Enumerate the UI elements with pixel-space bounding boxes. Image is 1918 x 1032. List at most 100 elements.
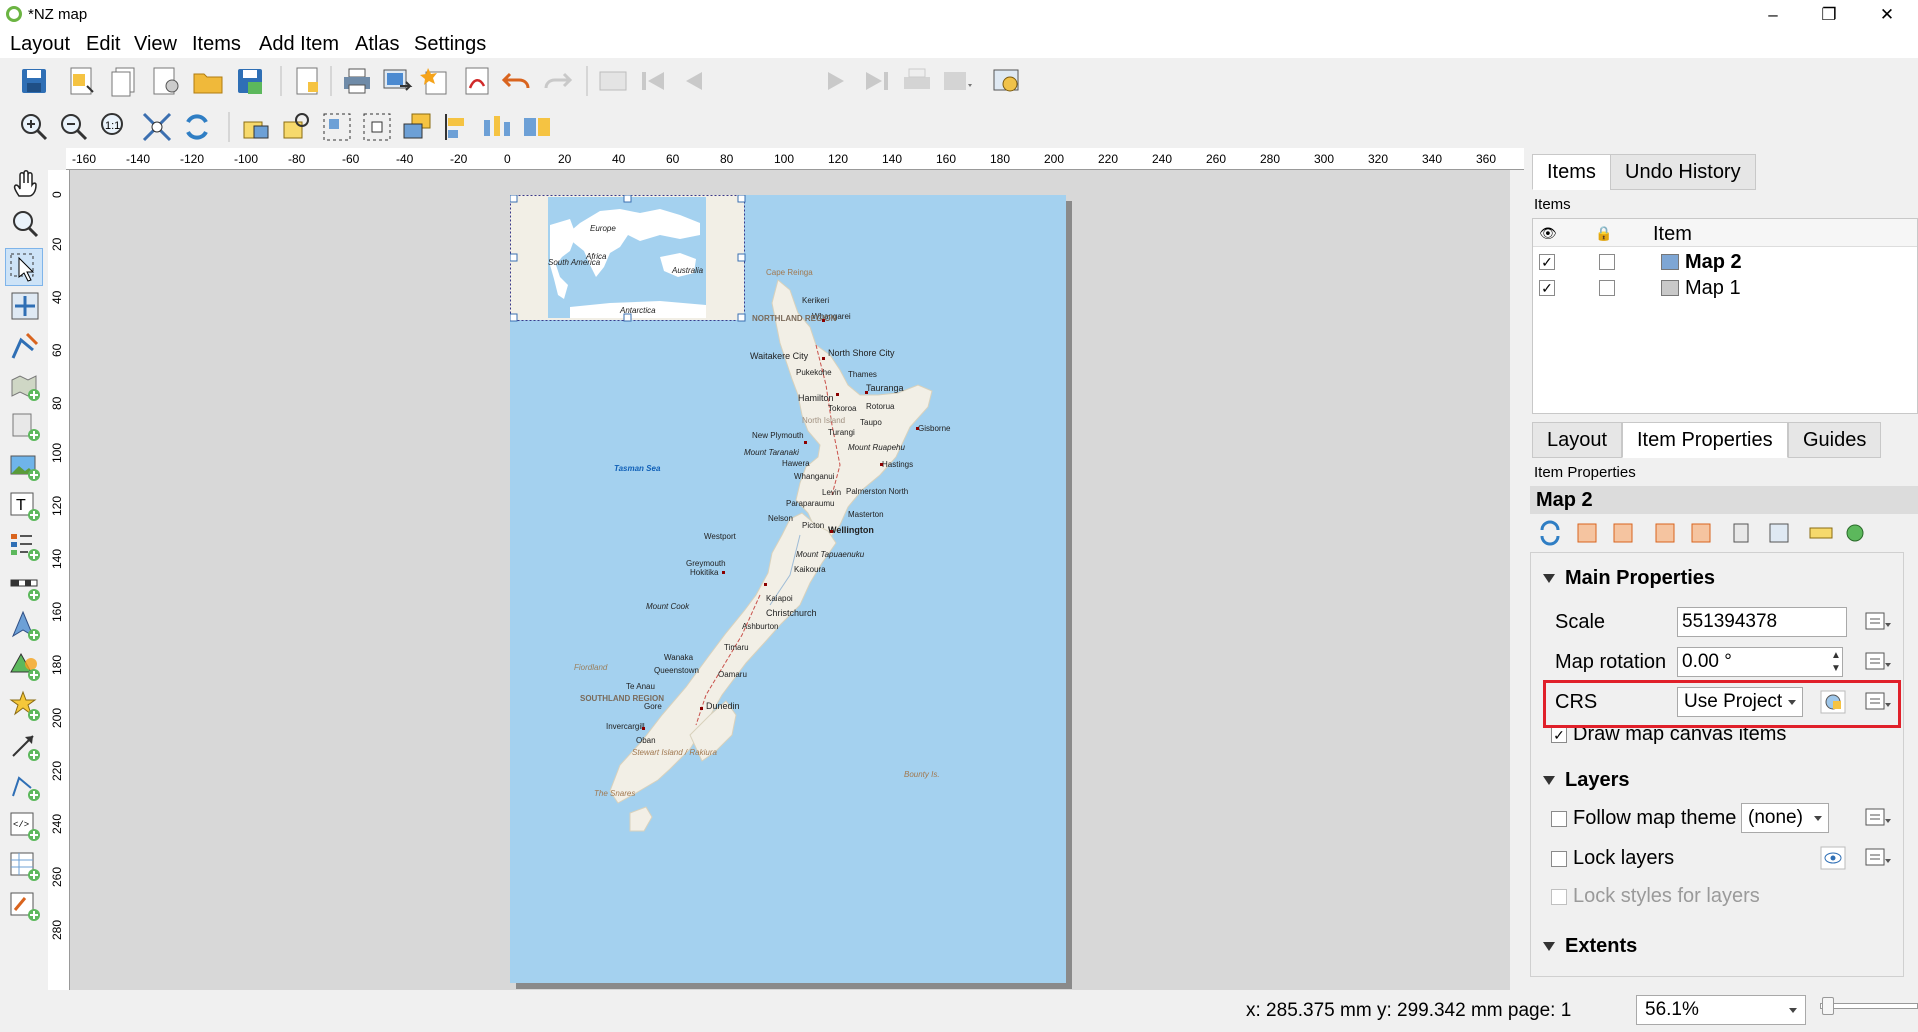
labeling-settings-icon[interactable]	[1808, 520, 1836, 546]
resize-items-icon[interactable]	[520, 110, 554, 144]
export-atlas-icon[interactable]	[940, 64, 974, 98]
add-attribute-table-icon[interactable]	[9, 850, 41, 882]
export-pdf-icon[interactable]	[460, 64, 494, 98]
add-polyline-icon[interactable]	[9, 770, 41, 802]
add-fixed-table-icon[interactable]	[9, 890, 41, 922]
add-map-icon[interactable]	[9, 370, 41, 402]
update-preview-icon[interactable]	[1536, 520, 1564, 546]
zoom-tool-icon[interactable]	[9, 208, 41, 240]
previous-feature-icon[interactable]	[676, 64, 710, 98]
print-atlas-icon[interactable]	[900, 64, 934, 98]
zoom-full-icon[interactable]	[140, 110, 174, 144]
lock-styles-checkbox[interactable]	[1551, 889, 1567, 905]
draw-map-canvas-items-checkbox[interactable]: ✓	[1551, 727, 1567, 743]
rotation-spin-arrows-icon[interactable]: ▲ ▼	[1831, 649, 1841, 675]
edit-nodes-icon[interactable]	[9, 330, 41, 362]
item-row-map-2[interactable]: ✓ Map 2	[1533, 249, 1917, 275]
last-feature-icon[interactable]	[860, 64, 894, 98]
main-properties-section[interactable]: Main Properties	[1543, 567, 1715, 590]
data-defined-override-icon[interactable]	[1863, 805, 1893, 831]
canvas-scrollbar[interactable]	[1510, 170, 1524, 990]
duplicate-layout-icon[interactable]	[107, 64, 141, 98]
data-defined-override-icon[interactable]	[1863, 845, 1893, 871]
properties-h-scrollbar[interactable]	[1530, 976, 1904, 990]
layout-page[interactable]: Cape Reinga Kerikeri Whangarei NORTHLAND…	[509, 194, 1066, 983]
next-feature-icon[interactable]	[820, 64, 854, 98]
add-legend-icon[interactable]	[9, 530, 41, 562]
tab-undo-history[interactable]: Undo History	[1610, 154, 1756, 190]
menu-settings[interactable]: Settings	[414, 33, 486, 56]
data-defined-override-icon[interactable]	[1863, 649, 1893, 675]
visibility-checkbox[interactable]: ✓	[1539, 280, 1555, 296]
save-template-icon[interactable]	[233, 64, 267, 98]
zoom-slider[interactable]	[1820, 1003, 1918, 1009]
add-picture-icon[interactable]	[9, 450, 41, 482]
lock-checkbox[interactable]	[1599, 254, 1615, 270]
data-defined-override-icon[interactable]	[1863, 609, 1893, 635]
layer-visibility-eye-icon[interactable]	[1819, 845, 1849, 871]
layers-section[interactable]: Layers	[1543, 769, 1630, 792]
redo-icon[interactable]	[540, 64, 574, 98]
scale-input[interactable]: 551394378	[1677, 607, 1847, 637]
pan-hand-icon[interactable]	[9, 168, 41, 200]
zoom-actual-icon[interactable]: 1:1	[97, 110, 131, 144]
map-theme-select[interactable]: (none)	[1741, 803, 1829, 833]
add-3d-map-icon[interactable]	[9, 410, 41, 442]
lock-items-icon[interactable]	[240, 110, 274, 144]
move-content-icon[interactable]	[9, 290, 41, 322]
layout-manager-icon[interactable]	[149, 64, 183, 98]
close-button[interactable]: ✕	[1860, 0, 1914, 30]
print-icon[interactable]	[340, 64, 374, 98]
menu-view[interactable]: View	[134, 33, 177, 56]
atlas-preview-icon[interactable]	[596, 64, 630, 98]
menu-add-item[interactable]: Add Item	[259, 33, 339, 56]
add-html-icon[interactable]: </>	[9, 810, 41, 842]
align-items-icon[interactable]	[440, 110, 474, 144]
zoom-out-icon[interactable]	[57, 110, 91, 144]
group-items-icon[interactable]	[320, 110, 354, 144]
ungroup-items-icon[interactable]	[360, 110, 394, 144]
map-rotation-input[interactable]: 0.00 °	[1677, 647, 1843, 677]
unlock-items-icon[interactable]	[280, 110, 314, 144]
raise-items-icon[interactable]	[400, 110, 434, 144]
export-image-icon[interactable]	[380, 64, 414, 98]
undo-icon[interactable]	[500, 64, 534, 98]
view-scale-icon[interactable]	[1688, 520, 1716, 546]
item-row-map-1[interactable]: ✓ Map 1	[1533, 275, 1917, 301]
atlas-clip-icon[interactable]	[1766, 520, 1794, 546]
add-scalebar-icon[interactable]	[9, 570, 41, 602]
extents-section[interactable]: Extents	[1543, 935, 1637, 958]
zoom-slider-handle[interactable]	[1822, 997, 1834, 1015]
tab-guides[interactable]: Guides	[1788, 422, 1882, 458]
new-layout-icon[interactable]	[65, 64, 99, 98]
zoom-in-icon[interactable]	[17, 110, 51, 144]
items-list[interactable]: 👁 🔒 Item ✓ Map 2 ✓ Map 1	[1532, 218, 1918, 414]
add-label-icon[interactable]: T	[9, 490, 41, 522]
menu-edit[interactable]: Edit	[86, 33, 120, 56]
bookmark-icon[interactable]	[1730, 520, 1758, 546]
add-arrow-icon[interactable]	[9, 730, 41, 762]
layout-canvas[interactable]: Cape Reinga Kerikeri Whangarei NORTHLAND…	[70, 170, 1510, 990]
first-feature-icon[interactable]	[636, 64, 670, 98]
add-shape-icon[interactable]	[9, 650, 41, 682]
tab-item-properties[interactable]: Item Properties	[1622, 422, 1788, 458]
add-north-arrow-icon[interactable]	[9, 610, 41, 642]
set-scale-icon[interactable]	[1652, 520, 1680, 546]
menu-items[interactable]: Items	[192, 33, 241, 56]
tab-items[interactable]: Items	[1532, 154, 1611, 190]
refresh-icon[interactable]	[180, 110, 214, 144]
add-marker-icon[interactable]	[9, 690, 41, 722]
world-inset-map[interactable]: Europe Africa South America Australia An…	[509, 194, 746, 322]
save-icon[interactable]	[17, 64, 51, 98]
menu-layout[interactable]: Layout	[10, 33, 70, 56]
export-svg-icon[interactable]	[420, 64, 454, 98]
lock-checkbox[interactable]	[1599, 280, 1615, 296]
open-template-icon[interactable]	[191, 64, 225, 98]
zoom-combo[interactable]: 56.1%	[1636, 995, 1806, 1025]
page-properties-icon[interactable]	[290, 64, 324, 98]
follow-map-theme-checkbox[interactable]	[1551, 811, 1567, 827]
maximize-button[interactable]: ❐	[1802, 0, 1856, 30]
distribute-items-icon[interactable]	[480, 110, 514, 144]
lock-layers-checkbox[interactable]	[1551, 851, 1567, 867]
minimize-button[interactable]: –	[1746, 0, 1800, 30]
